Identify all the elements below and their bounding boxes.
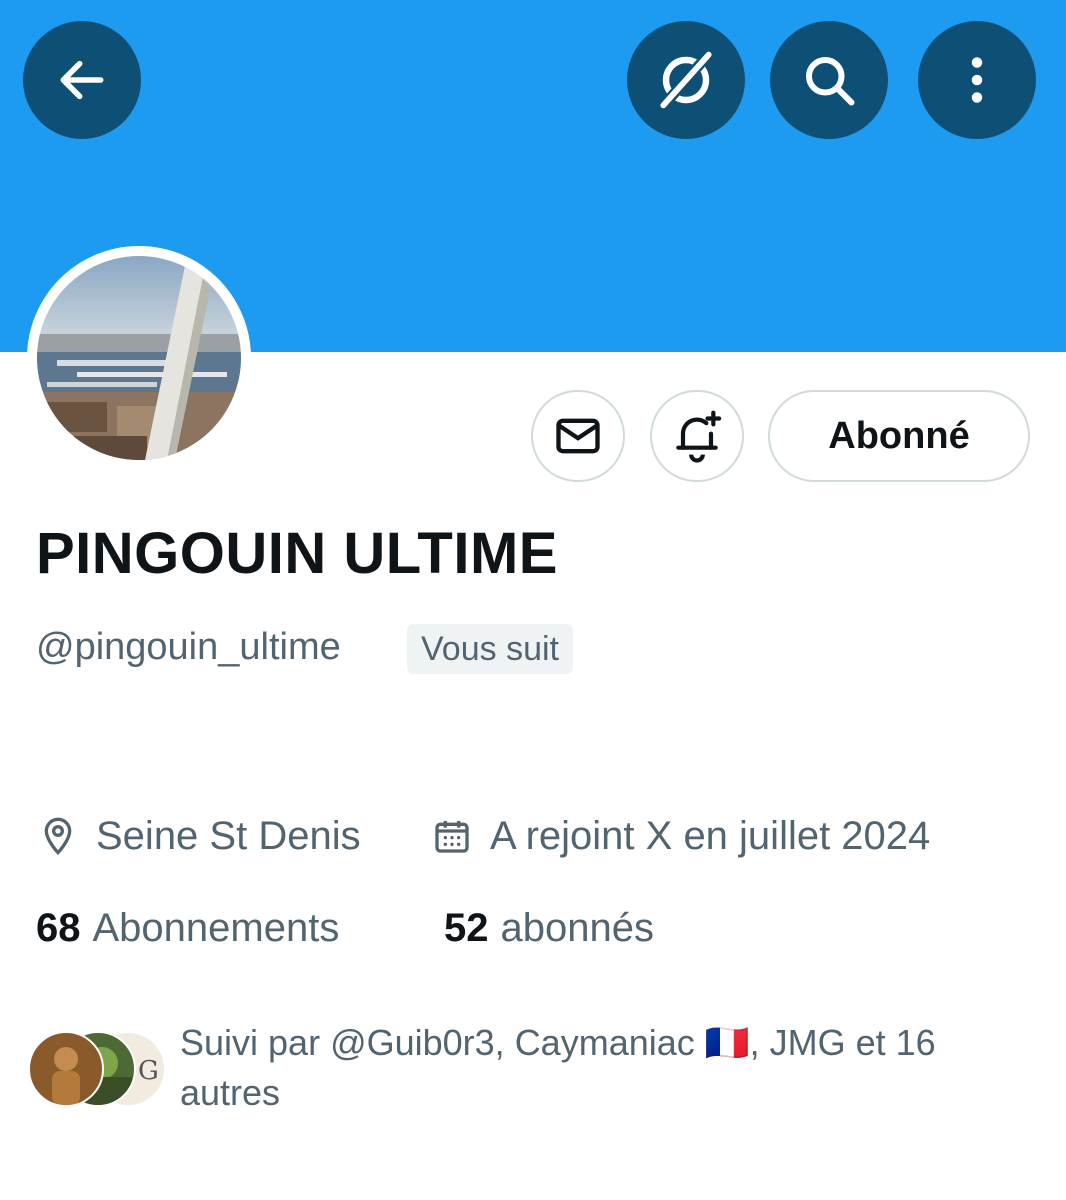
back-button[interactable] — [23, 21, 141, 139]
followers-label: abonnés — [500, 905, 654, 950]
calendar-icon — [435, 821, 469, 853]
username-handle: @pingouin_ultime — [36, 626, 341, 668]
search-icon — [806, 57, 855, 106]
grok-button[interactable] — [627, 21, 745, 139]
envelope-icon — [556, 418, 600, 454]
followers-count: 52 — [444, 905, 489, 950]
profile-avatar[interactable] — [27, 246, 251, 470]
display-name: PINGOUIN ULTIME — [36, 521, 558, 586]
followers-stat[interactable]: 52 abonnés — [444, 900, 654, 956]
notifications-button[interactable] — [650, 390, 744, 482]
following-count: 68 — [36, 905, 81, 950]
more-vertical-icon — [971, 57, 983, 103]
join-date: A rejoint X en juillet 2024 — [432, 808, 930, 864]
arrow-left-icon — [60, 60, 104, 100]
location: Seine St Denis — [38, 808, 361, 864]
search-button[interactable] — [770, 21, 888, 139]
bell-plus-icon — [676, 410, 722, 463]
followed-by-text[interactable]: Suivi par @Guib0r3, Caymaniac 🇫🇷, JMG et… — [180, 1018, 1040, 1118]
message-button[interactable] — [531, 390, 625, 482]
mutual-followers-avatars[interactable]: G — [28, 1030, 168, 1107]
location-label: Seine St Denis — [96, 813, 361, 858]
location-pin-icon — [44, 817, 72, 856]
more-options-button[interactable] — [918, 21, 1036, 139]
following-button-label: Abonné — [828, 414, 970, 457]
following-button[interactable]: Abonné — [768, 390, 1030, 482]
following-label: Abonnements — [92, 905, 340, 950]
join-date-label: A rejoint X en juillet 2024 — [490, 813, 931, 858]
grok-icon — [660, 51, 712, 109]
avatar — [28, 1031, 104, 1107]
following-stat[interactable]: 68 Abonnements — [36, 900, 339, 956]
follows-you-badge: Vous suit — [407, 624, 573, 674]
svg-text:G: G — [138, 1056, 159, 1086]
avatar-photo — [37, 256, 241, 460]
